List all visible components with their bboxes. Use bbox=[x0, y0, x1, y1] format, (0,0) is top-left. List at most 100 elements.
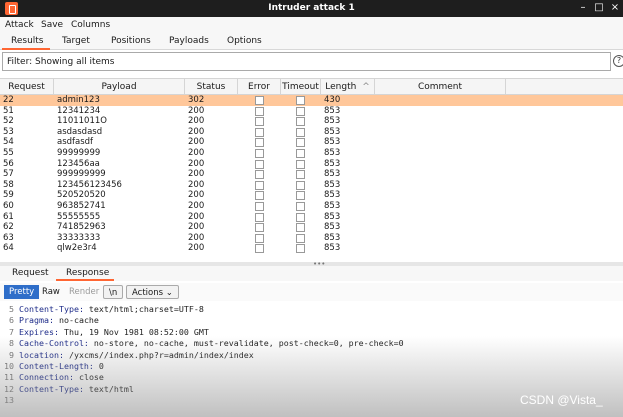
table-row[interactable]: 58 123456123456 200 853 bbox=[0, 180, 623, 191]
active-tab-indicator bbox=[2, 48, 50, 50]
cell-request: 57 bbox=[3, 169, 14, 180]
table-row[interactable]: 63 33333333 200 853 bbox=[0, 233, 623, 244]
tab-payloads[interactable]: Payloads bbox=[169, 36, 209, 46]
header-name: Content-Length: bbox=[19, 361, 94, 371]
table-row[interactable]: 60 963852741 200 853 bbox=[0, 201, 623, 212]
menu-attack[interactable]: Attack bbox=[5, 20, 34, 30]
filter-label: Filter: Showing all items bbox=[7, 57, 115, 67]
error-checkbox bbox=[255, 233, 264, 243]
tab-target[interactable]: Target bbox=[62, 36, 90, 46]
cell-length: 853 bbox=[324, 211, 341, 222]
newline-toggle[interactable]: \n bbox=[103, 285, 124, 299]
cell-length: 853 bbox=[324, 179, 341, 190]
error-checkbox bbox=[255, 117, 264, 127]
menu-save[interactable]: Save bbox=[41, 20, 63, 30]
cell-status: 200 bbox=[188, 222, 205, 233]
actions-dropdown[interactable]: Actions ⌄ bbox=[126, 285, 179, 299]
cell-status: 200 bbox=[188, 169, 205, 180]
watermark: CSDN @Vista_ bbox=[520, 393, 603, 407]
timeout-checkbox bbox=[296, 244, 305, 254]
table-row[interactable]: 59 520520520 200 853 bbox=[0, 190, 623, 201]
cell-payload: 741852963 bbox=[57, 222, 106, 233]
cell-status: 200 bbox=[188, 116, 205, 127]
header-name: Cache-Control: bbox=[19, 338, 89, 349]
timeout-checkbox bbox=[296, 138, 305, 148]
error-checkbox bbox=[255, 180, 264, 190]
help-icon[interactable]: ? bbox=[613, 55, 623, 67]
header-value: /yxcms//index.php?r=admin/index/index bbox=[63, 349, 254, 360]
cell-length: 853 bbox=[324, 137, 341, 148]
window-titlebar: Intruder attack 1 – □ × bbox=[0, 0, 623, 17]
tab-results[interactable]: Results bbox=[11, 36, 44, 46]
cell-request: 59 bbox=[3, 190, 14, 201]
line-number: 9 bbox=[9, 349, 14, 360]
render-button[interactable]: Render bbox=[64, 285, 104, 299]
header-name: Connection: bbox=[19, 372, 74, 383]
header-name: Pragma: bbox=[19, 315, 54, 326]
tab-response[interactable]: Response bbox=[66, 268, 109, 278]
line-number: 10 bbox=[4, 361, 14, 371]
header-value: 0 bbox=[93, 361, 104, 371]
line-number: 5 bbox=[9, 304, 14, 314]
timeout-checkbox bbox=[296, 201, 305, 211]
cell-status: 200 bbox=[188, 211, 205, 222]
col-payload[interactable]: Payload bbox=[54, 79, 185, 95]
cell-status: 200 bbox=[188, 179, 205, 190]
col-error[interactable]: Error bbox=[238, 79, 281, 95]
cell-request: 63 bbox=[3, 232, 14, 243]
line-number: 11 bbox=[4, 372, 14, 383]
table-row[interactable]: 53 asdasdasd 200 853 bbox=[0, 127, 623, 138]
timeout-checkbox bbox=[296, 106, 305, 116]
timeout-checkbox bbox=[296, 191, 305, 201]
cell-payload: admin123 bbox=[57, 95, 100, 105]
tab-positions[interactable]: Positions bbox=[111, 36, 151, 46]
line-number: 13 bbox=[4, 395, 14, 406]
cell-status: 302 bbox=[188, 95, 205, 105]
timeout-checkbox bbox=[296, 170, 305, 180]
pretty-button[interactable]: Pretty bbox=[4, 285, 40, 299]
table-row[interactable]: 55 99999999 200 853 bbox=[0, 148, 623, 159]
cell-status: 200 bbox=[188, 243, 205, 254]
error-checkbox bbox=[255, 212, 264, 222]
table-row[interactable]: 62 741852963 200 853 bbox=[0, 222, 623, 233]
tab-options[interactable]: Options bbox=[227, 36, 262, 46]
close-button[interactable]: × bbox=[609, 2, 621, 14]
col-length-label: Length bbox=[325, 82, 357, 92]
cell-request: 64 bbox=[3, 243, 14, 254]
cell-payload: 963852741 bbox=[57, 200, 106, 211]
main-tabs: Results Target Positions Payloads Option… bbox=[0, 33, 623, 50]
header-name: location: bbox=[19, 349, 64, 360]
detail-tabs: Request Response bbox=[0, 266, 623, 281]
line-number: 12 bbox=[4, 383, 14, 394]
table-row[interactable]: 56 123456aa 200 853 bbox=[0, 159, 623, 170]
table-row[interactable]: 61 55555555 200 853 bbox=[0, 212, 623, 223]
cell-request: 54 bbox=[3, 137, 14, 148]
raw-button[interactable]: Raw bbox=[37, 285, 65, 299]
header-value: text/html;charset=UTF-8 bbox=[83, 304, 204, 314]
timeout-checkbox bbox=[296, 148, 305, 158]
table-row[interactable]: 52 11011011O 200 853 bbox=[0, 116, 623, 127]
cell-payload: 520520520 bbox=[57, 190, 106, 201]
col-status[interactable]: Status bbox=[185, 79, 238, 95]
error-checkbox bbox=[255, 159, 264, 169]
cell-payload: 55555555 bbox=[57, 211, 101, 222]
table-row[interactable]: 54 asdfasdf 200 853 bbox=[0, 137, 623, 148]
cell-request: 60 bbox=[3, 200, 14, 211]
tab-request[interactable]: Request bbox=[12, 268, 49, 278]
table-row[interactable]: 57 999999999 200 853 bbox=[0, 169, 623, 180]
table-row[interactable]: 22 admin123 302 430 bbox=[0, 95, 623, 106]
maximize-button[interactable]: □ bbox=[593, 2, 605, 14]
menu-columns[interactable]: Columns bbox=[71, 20, 110, 30]
timeout-checkbox bbox=[296, 127, 305, 137]
error-checkbox bbox=[255, 223, 264, 233]
col-length[interactable]: Length ^ bbox=[321, 79, 375, 95]
cell-payload: 33333333 bbox=[57, 232, 101, 243]
filter-bar[interactable]: Filter: Showing all items bbox=[2, 52, 611, 71]
table-row[interactable]: 51 12341234 200 853 bbox=[0, 106, 623, 117]
col-timeout[interactable]: Timeout bbox=[281, 79, 321, 95]
minimize-button[interactable]: – bbox=[577, 2, 589, 14]
cell-request: 53 bbox=[3, 126, 14, 137]
col-comment[interactable]: Comment bbox=[375, 79, 506, 95]
table-row[interactable]: 64 qlw2e3r4 200 853 bbox=[0, 243, 623, 254]
col-request[interactable]: Request bbox=[0, 79, 54, 95]
